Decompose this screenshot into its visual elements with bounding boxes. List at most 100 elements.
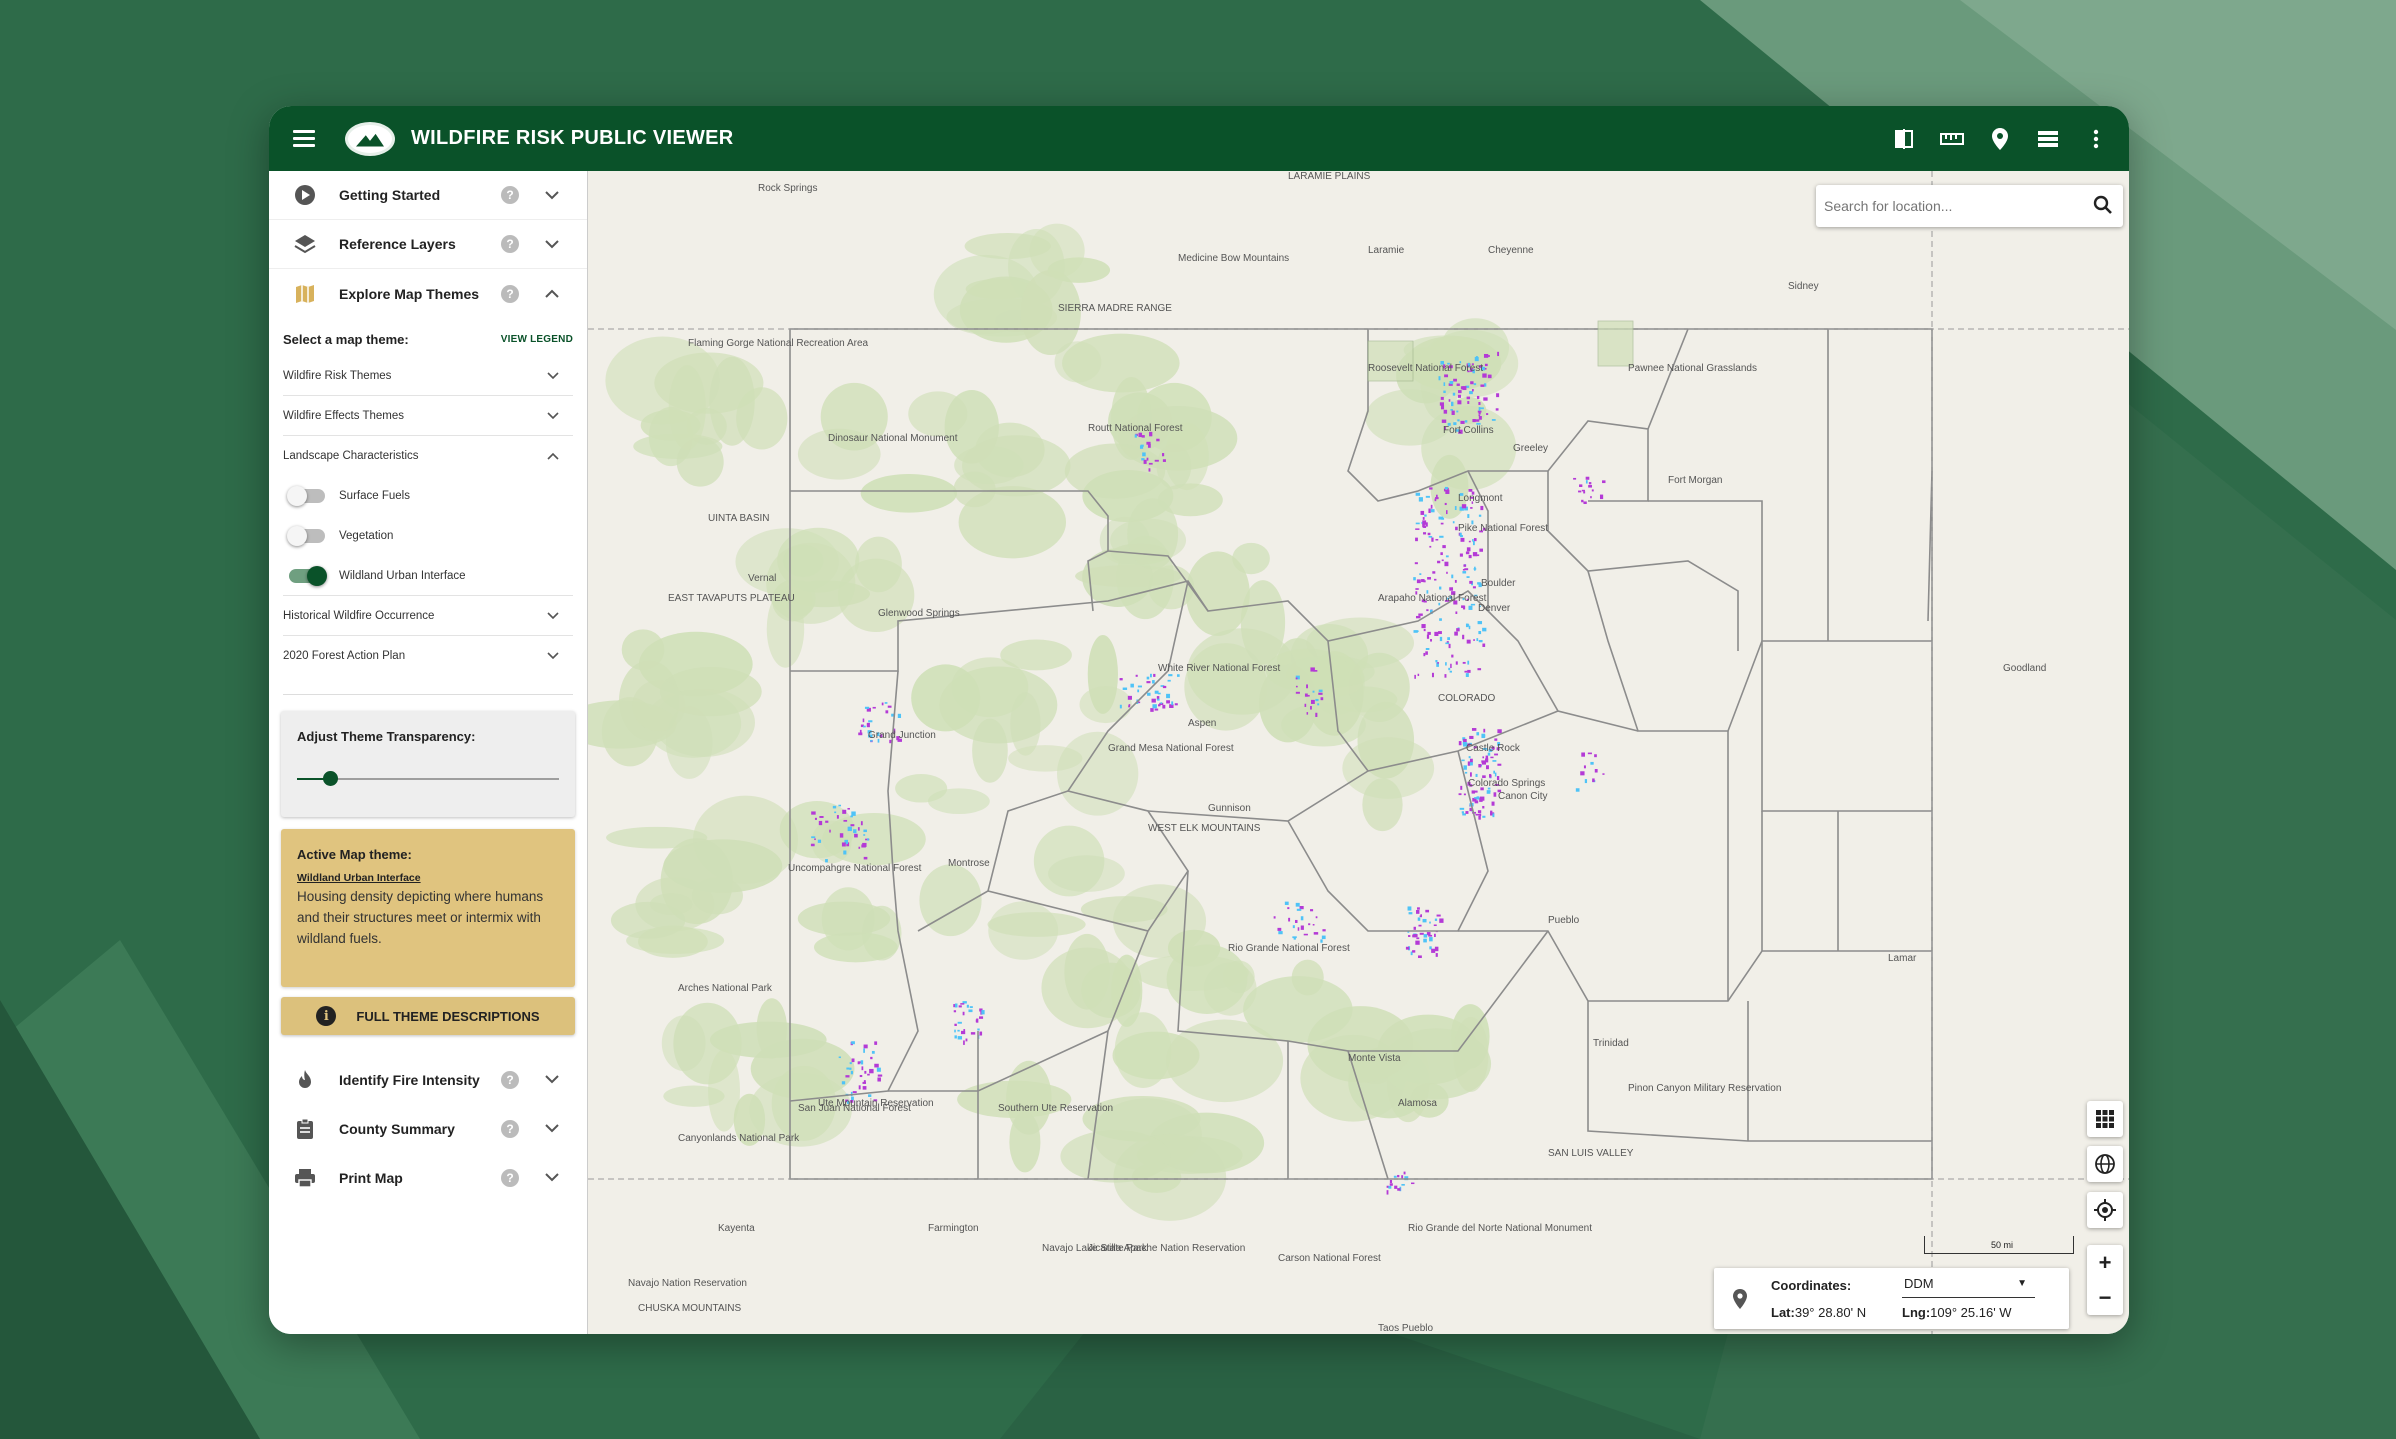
section-reference-layers[interactable]: Reference Layers ? — [269, 220, 587, 269]
section-getting-started[interactable]: Getting Started ? — [269, 171, 587, 220]
crosshair-icon — [2094, 1199, 2116, 1221]
help-icon[interactable]: ? — [501, 1119, 519, 1138]
transparency-slider[interactable] — [297, 771, 559, 786]
scale-bar: 50 mi — [1924, 1236, 2074, 1254]
map-place-label: Greeley — [1513, 443, 1548, 454]
slider-thumb[interactable] — [323, 771, 338, 786]
locate-me-button[interactable] — [2087, 1192, 2123, 1228]
map-place-label: Farmington — [928, 1223, 979, 1234]
compare-icon[interactable] — [1889, 124, 1919, 154]
theme-group-forest-action-plan[interactable]: 2020 Forest Action Plan — [283, 636, 573, 676]
map-place-label: Canyonlands National Park — [678, 1133, 800, 1144]
chevron-up-icon[interactable] — [544, 286, 560, 302]
map-place-label: Carson National Forest — [1278, 1253, 1381, 1264]
chevron-down-icon[interactable] — [544, 1121, 560, 1137]
app-window: WILDFIRE RISK PUBLIC VIEWER Getting Star… — [269, 106, 2129, 1334]
map-place-label: Canon City — [1498, 791, 1547, 802]
map-place-label: Colorado Springs — [1468, 778, 1545, 789]
search-input[interactable] — [1824, 198, 2074, 214]
map-place-label: Arches National Park — [678, 983, 773, 994]
active-theme-heading: Active Map theme: — [297, 847, 412, 862]
help-icon[interactable]: ? — [501, 284, 519, 303]
map-place-label: Cheyenne — [1488, 245, 1534, 256]
button-label: FULL THEME DESCRIPTIONS — [356, 1008, 540, 1024]
toggle-vegetation[interactable]: Vegetation — [283, 516, 573, 556]
caret-down-icon: ▼ — [2017, 1278, 2027, 1289]
map-place-label: Longmont — [1458, 493, 1503, 504]
toolbar — [1889, 106, 2111, 171]
toggle-label: Wildland Urban Interface — [339, 569, 466, 582]
sidebar: Getting Started ? Reference Layers ? Exp… — [269, 171, 588, 1334]
toggle-surface-fuels[interactable]: Surface Fuels — [283, 476, 573, 516]
toggle-switch[interactable] — [287, 526, 325, 546]
theme-group-wildfire-effects[interactable]: Wildfire Effects Themes — [283, 396, 573, 436]
map-place-label: SIERRA MADRE RANGE — [1058, 303, 1172, 314]
map-place-label: Uncompahgre National Forest — [788, 863, 922, 874]
map-place-label: CHUSKA MOUNTAINS — [638, 1303, 741, 1314]
help-icon[interactable]: ? — [501, 1070, 519, 1089]
section-identify-fire-intensity[interactable]: Identify Fire Intensity ? — [269, 1055, 587, 1104]
toggle-wildland-urban-interface[interactable]: Wildland Urban Interface — [283, 556, 573, 596]
section-print-map[interactable]: Print Map ? — [269, 1153, 587, 1202]
theme-group-label: Wildfire Effects Themes — [283, 409, 405, 422]
map-place-label: Trinidad — [1593, 1038, 1629, 1049]
zoom-controls: + − — [2087, 1245, 2123, 1315]
section-label: Identify Fire Intensity — [339, 1071, 480, 1088]
full-theme-descriptions-button[interactable]: i FULL THEME DESCRIPTIONS — [281, 997, 575, 1035]
toggle-switch[interactable] — [289, 565, 327, 586]
info-icon: i — [316, 1006, 337, 1026]
list-icon[interactable] — [2033, 124, 2063, 154]
search-icon[interactable] — [2093, 195, 2113, 218]
view-legend-link[interactable]: VIEW LEGEND — [501, 334, 573, 345]
map-place-label: Rio Grande del Norte National Monument — [1408, 1223, 1592, 1234]
menu-icon[interactable] — [293, 124, 323, 154]
active-theme-card: Active Map theme: Wildland Urban Interfa… — [281, 829, 575, 987]
map-place-label: EAST TAVAPUTS PLATEAU — [668, 593, 795, 604]
section-label: Getting Started — [339, 187, 441, 203]
map-place-label: Boulder — [1481, 578, 1516, 589]
active-theme-link[interactable]: Wildland Urban Interface — [297, 872, 559, 884]
theme-group-label: Landscape Characteristics — [283, 450, 419, 462]
help-icon[interactable]: ? — [501, 235, 519, 253]
globe-icon — [2095, 1154, 2115, 1174]
help-icon[interactable]: ? — [501, 186, 519, 204]
clipboard-icon — [293, 1117, 317, 1141]
app-title: WILDFIRE RISK PUBLIC VIEWER — [411, 127, 734, 149]
section-label: County Summary — [339, 1120, 455, 1137]
theme-group-landscape[interactable]: Landscape Characteristics — [283, 436, 573, 476]
map-place-label: Ute Mountain Reservation — [818, 1098, 934, 1109]
chevron-down-icon[interactable] — [544, 236, 560, 252]
theme-group-historical[interactable]: Historical Wildfire Occurrence — [283, 596, 573, 636]
toggle-switch[interactable] — [287, 486, 325, 506]
zoom-out-button[interactable]: − — [2099, 1286, 2112, 1309]
map-place-label: Dinosaur National Monument — [828, 433, 958, 444]
zoom-in-button[interactable]: + — [2099, 1251, 2112, 1274]
map-place-label: Sidney — [1788, 281, 1819, 292]
map-icon — [293, 282, 317, 306]
globe-button[interactable] — [2087, 1146, 2123, 1182]
chevron-down-icon[interactable] — [544, 1170, 560, 1186]
map-place-label: Flaming Gorge National Recreation Area — [688, 338, 869, 349]
coordinate-format-select[interactable]: DDM ▼ — [1902, 1276, 2035, 1298]
chevron-down-icon — [547, 369, 559, 383]
printer-icon — [293, 1166, 317, 1190]
map-place-label: Pike National Forest — [1458, 523, 1548, 534]
map-place-label: Arapaho National Forest — [1378, 593, 1487, 604]
section-explore-map-themes[interactable]: Explore Map Themes ? — [269, 269, 587, 318]
active-theme-description: Housing density depicting where humans a… — [297, 889, 544, 946]
map-place-label: Fort Collins — [1443, 425, 1494, 436]
map-place-label: SAN LUIS VALLEY — [1548, 1148, 1634, 1159]
ruler-icon[interactable] — [1937, 124, 1967, 154]
theme-group-wildfire-risk[interactable]: Wildfire Risk Themes — [283, 356, 573, 396]
more-vertical-icon[interactable] — [2081, 124, 2111, 154]
help-icon[interactable]: ? — [501, 1168, 519, 1187]
chevron-down-icon — [547, 409, 559, 423]
map-place-label: Montrose — [948, 858, 990, 869]
map-canvas[interactable]: Rock Springs LARAMIE PLAINS Laramie Cheyenn… — [588, 171, 2129, 1334]
search-box[interactable] — [1816, 185, 2123, 227]
chevron-down-icon[interactable] — [544, 1072, 560, 1088]
location-pin-icon[interactable] — [1985, 124, 2015, 154]
section-county-summary[interactable]: County Summary ? — [269, 1104, 587, 1153]
chevron-down-icon[interactable] — [544, 187, 560, 203]
basemap-grid-button[interactable] — [2087, 1101, 2123, 1137]
